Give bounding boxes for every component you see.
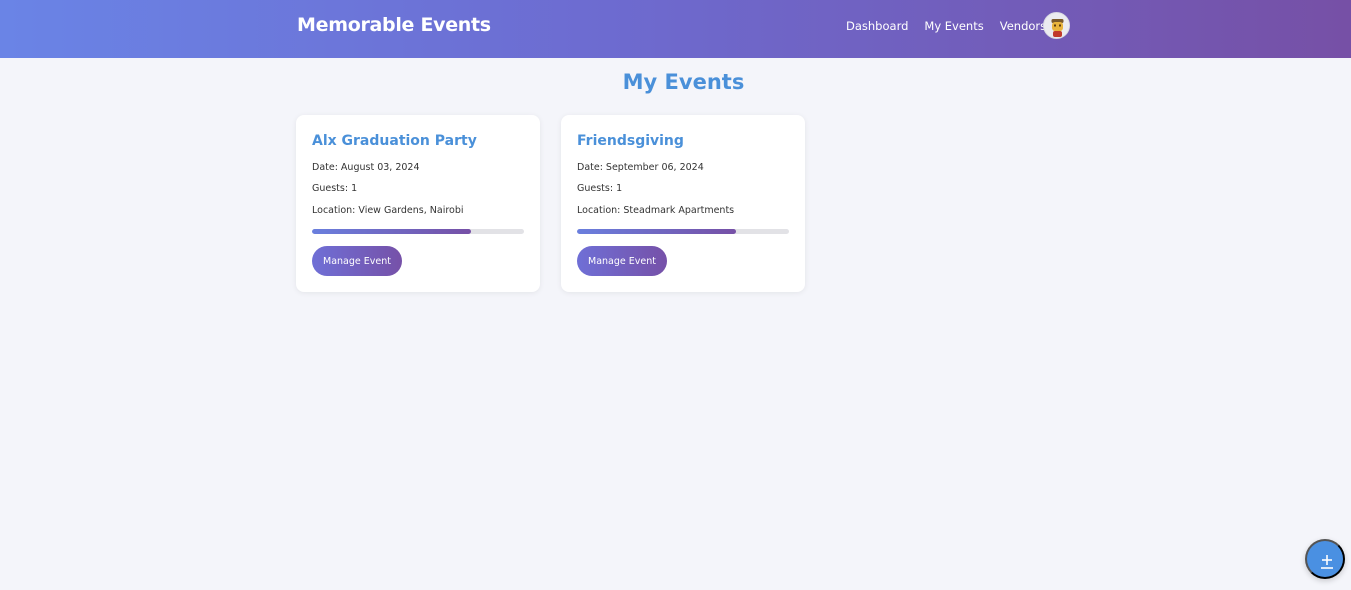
avatar-figure-icon: [1044, 13, 1069, 38]
top-navbar: Memorable Events Dashboard My Events Ven…: [0, 0, 1351, 58]
event-date: Date: September 06, 2024: [577, 162, 704, 173]
user-avatar-icon[interactable]: [1043, 12, 1070, 39]
main-nav: Dashboard My Events Vendors: [846, 19, 1046, 33]
page-title: My Events: [622, 70, 745, 94]
event-progress-bar: [577, 229, 789, 234]
manage-event-button[interactable]: Manage Event: [312, 246, 402, 276]
event-location: Location: View Gardens, Nairobi: [312, 205, 464, 216]
event-card: Friendsgiving Date: September 06, 2024 G…: [561, 115, 805, 292]
nav-my-events[interactable]: My Events: [924, 19, 983, 33]
nav-dashboard[interactable]: Dashboard: [846, 19, 908, 33]
event-progress-fill: [312, 229, 471, 234]
event-title: Alx Graduation Party: [312, 133, 477, 149]
add-event-icon: [1321, 555, 1333, 569]
event-title: Friendsgiving: [577, 133, 684, 149]
manage-event-button[interactable]: Manage Event: [577, 246, 667, 276]
event-guests: Guests: 1: [312, 183, 358, 194]
nav-vendors[interactable]: Vendors: [1000, 19, 1046, 33]
brand-logo[interactable]: Memorable Events: [297, 14, 491, 36]
event-date: Date: August 03, 2024: [312, 162, 420, 173]
event-guests: Guests: 1: [577, 183, 623, 194]
event-location: Location: Steadmark Apartments: [577, 205, 735, 216]
event-progress-fill: [577, 229, 736, 234]
add-event-button[interactable]: [1305, 539, 1345, 579]
event-card: Alx Graduation Party Date: August 03, 20…: [296, 115, 540, 292]
event-progress-bar: [312, 229, 524, 234]
